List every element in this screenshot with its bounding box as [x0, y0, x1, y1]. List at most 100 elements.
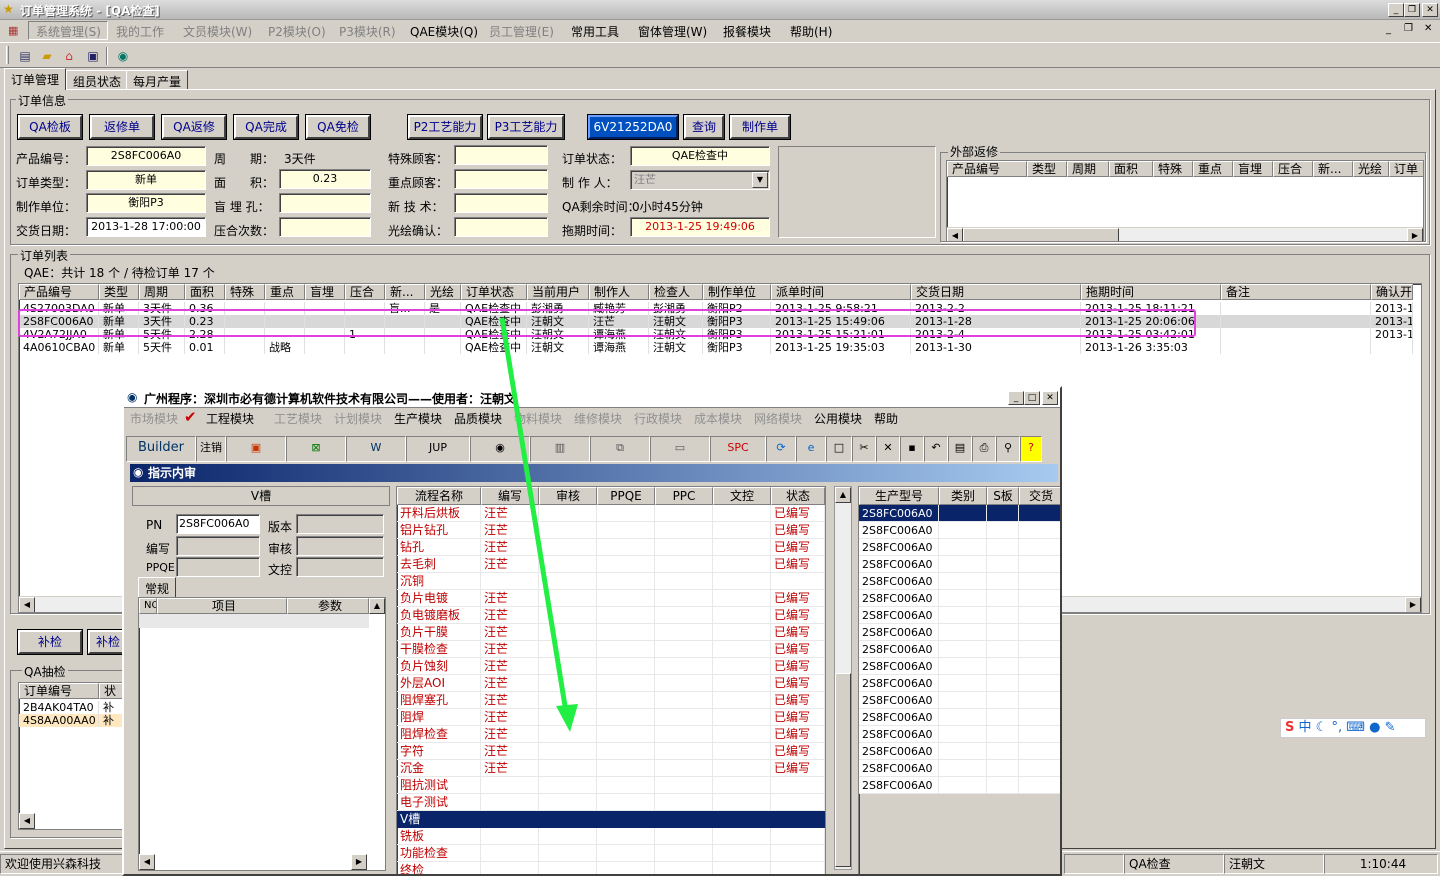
menu-p2[interactable]: P2模块(O) — [268, 23, 326, 40]
scroll-left-icon[interactable]: ◀ — [19, 813, 35, 829]
table-row[interactable]: 4A0610CBA0 新单 5天件 0.01 战略 QAE检查中 汪朝文 谭海燕 汪朝文 衡阳P3… — [19, 341, 1413, 354]
key-customer-field[interactable] — [454, 169, 548, 189]
inner-menu-item[interactable]: 工艺模块 — [274, 410, 322, 427]
type-col-header[interactable]: 类别 — [939, 487, 987, 505]
maker-select[interactable]: 汪芒 — [630, 170, 770, 190]
ime-lang[interactable]: 中 — [1299, 720, 1312, 735]
qa-exempt-button[interactable]: QA免检 — [305, 114, 371, 140]
order-status-field[interactable]: QAE检查中 — [630, 146, 770, 166]
computer-icon[interactable]: ▭ — [650, 436, 710, 462]
undo-icon[interactable]: ↶ — [924, 436, 948, 462]
optical-confirm-field[interactable] — [454, 217, 548, 237]
reviewer-field[interactable] — [296, 536, 384, 556]
order-col-header[interactable]: 确认开 — [1371, 284, 1413, 300]
type-grid[interactable]: 生产型号 类别 S板 交货 2S8FC006A0 2S8FC006A0 2S8FC006A… — [858, 486, 1060, 874]
table-row[interactable]: 2S8FC006A0 新单 3天件 0.23 QAE检查中 汪朝文 汪芒 汪朝文 衡阳P3 201… — [19, 315, 1413, 328]
order-col-header[interactable]: 新... — [385, 284, 425, 300]
recheck-button[interactable]: 补检 — [17, 629, 83, 655]
refresh-icon[interactable]: ⟳ — [766, 436, 796, 462]
flow-row[interactable]: 阻焊塞孔 汪芒 已编写 — [397, 692, 825, 709]
flow-row[interactable]: 负片蚀刻 汪芒 已编写 — [397, 658, 825, 675]
type-row[interactable]: 2S8FC006A0 — [859, 743, 1060, 760]
order-col-header[interactable]: 制作人 — [589, 284, 649, 300]
product-no-field[interactable]: 2S8FC006A0 — [86, 146, 206, 166]
area-field[interactable]: 0.23 — [279, 169, 371, 189]
order-col-header[interactable]: 当前用户 — [527, 284, 589, 300]
unit-field[interactable]: 衡阳P3 — [86, 193, 206, 213]
flow-col-header[interactable]: 文控 — [713, 487, 771, 505]
cut-icon[interactable]: ✂ — [852, 436, 876, 462]
menu-qae[interactable]: QAE模块(Q) — [410, 23, 478, 40]
inner-menu-item[interactable]: 成本模块 — [694, 410, 742, 427]
tab-order-management[interactable]: 订单管理 — [4, 68, 67, 90]
delete-icon[interactable]: ✕ — [876, 436, 900, 462]
qa-complete-button[interactable]: QA完成 — [233, 114, 299, 140]
flow-row[interactable]: 终检 — [397, 862, 825, 874]
qa-sampling-grid[interactable]: 订单编号 状 2B4AK04TA0 补 4S8AA00AA0 补 ◀ — [18, 682, 128, 830]
type-row[interactable]: 2S8FC006A0 — [859, 726, 1060, 743]
flow-row[interactable]: 去毛刺 汪芒 已编写 — [397, 556, 825, 573]
tab-member-status[interactable]: 组员状态 — [66, 70, 129, 90]
type-row[interactable]: 2S8FC006A0 — [859, 556, 1060, 573]
flow-col-header[interactable]: 流程名称 — [397, 487, 481, 505]
scroll-right-icon[interactable]: ▶ — [351, 854, 367, 870]
flow-row[interactable]: 负片干膜 汪芒 已编写 — [397, 624, 825, 641]
flow-row[interactable]: 负片电镀 汪芒 已编写 — [397, 590, 825, 607]
p3-capability-button[interactable]: P3工艺能力 — [487, 114, 565, 140]
flow-row[interactable]: 电子测试 — [397, 794, 825, 811]
order-col-header[interactable]: 交货日期 — [911, 284, 1081, 300]
house-icon[interactable]: ⌂ — [60, 47, 78, 65]
inner-menu-item[interactable]: 品质模块 — [454, 410, 502, 427]
type-row[interactable]: 2S8FC006A0 — [859, 658, 1060, 675]
flow-row[interactable]: 沉金 汪芒 已编写 — [397, 760, 825, 777]
logout-button[interactable]: 注销 — [196, 436, 226, 462]
database-icon[interactable]: ▥ — [530, 436, 590, 462]
folder-icon[interactable]: ▰ — [38, 47, 56, 65]
make-order-button[interactable]: 制作单 — [729, 114, 791, 140]
flow-row[interactable]: 阻焊检查 汪芒 已编写 — [397, 726, 825, 743]
table-row[interactable]: 4V2A72JJA0 新单 5天件 2.28 1 QAE检查中 汪朝文 谭海燕 汪朝文 衡阳P3 2… — [19, 328, 1413, 341]
type-row[interactable]: 2S8FC006A0 — [859, 573, 1060, 590]
inner-menu-item[interactable]: 行政模块 — [634, 410, 682, 427]
scroll-right-icon[interactable]: ▶ — [1405, 597, 1421, 612]
version-field[interactable] — [296, 514, 384, 534]
inner-close-button[interactable]: ✕ — [1042, 391, 1058, 405]
flow-col-header[interactable]: PPQE — [597, 487, 655, 505]
delay-field[interactable]: 2013-1-25 19:49:06 — [630, 217, 770, 237]
ext-col-header[interactable]: 面积 — [1109, 161, 1153, 177]
calendar-icon[interactable]: ▤ — [16, 47, 34, 65]
print-icon[interactable]: ⎙ — [972, 436, 996, 462]
find-icon[interactable]: ⚲ — [996, 436, 1020, 462]
menu-p3[interactable]: P3模块(R) — [339, 23, 396, 40]
scroll-left-icon[interactable]: ◀ — [947, 228, 963, 241]
ext-col-header[interactable]: 特殊 — [1153, 161, 1193, 177]
inner-menu-item[interactable]: 帮助 — [874, 410, 898, 427]
type-row[interactable]: 2S8FC006A0 — [859, 709, 1060, 726]
order-col-header[interactable]: 检查人 — [649, 284, 703, 300]
flow-col-header[interactable]: 状态 — [771, 487, 825, 505]
order-code-button[interactable]: 6V21252DA0 — [587, 114, 679, 140]
child-minimize-button[interactable]: _ — [1386, 24, 1391, 35]
type-row[interactable]: 2S8FC006A0 — [859, 641, 1060, 658]
flow-col-header[interactable]: 编写 — [481, 487, 539, 505]
child-close-button[interactable]: ✕ — [1424, 23, 1432, 34]
flow-row[interactable]: 铣板 — [397, 828, 825, 845]
menu-clerk[interactable]: 文员模块(W) — [183, 23, 252, 40]
scroll-left-icon[interactable]: ◀ — [19, 597, 35, 612]
scroll-right-icon[interactable]: ▶ — [1407, 228, 1423, 241]
maker-dropdown-icon[interactable]: ▼ — [752, 172, 768, 188]
order-col-header[interactable]: 压合 — [345, 284, 385, 300]
flow-row[interactable]: 开料后烘板 汪芒 已编写 — [397, 505, 825, 522]
menu-staff[interactable]: 员工管理(E) — [489, 23, 554, 40]
order-col-header[interactable]: 类型 — [99, 284, 139, 300]
type-row[interactable]: 2S8FC006A0 — [859, 760, 1060, 777]
type-row[interactable]: 2S8FC006A0 — [859, 522, 1060, 539]
pn-field[interactable]: 2S8FC006A0 — [176, 514, 260, 534]
ext-col-header[interactable]: 重点 — [1193, 161, 1233, 177]
ppqe-field[interactable] — [176, 557, 260, 577]
flow-col-header[interactable]: PPC — [655, 487, 713, 505]
user-icon[interactable]: ● — [1369, 720, 1380, 735]
save-icon[interactable]: ▣ — [84, 47, 102, 65]
external-repair-hscroll[interactable]: ◀ ▶ — [947, 227, 1423, 241]
special-customer-field[interactable] — [454, 145, 548, 165]
